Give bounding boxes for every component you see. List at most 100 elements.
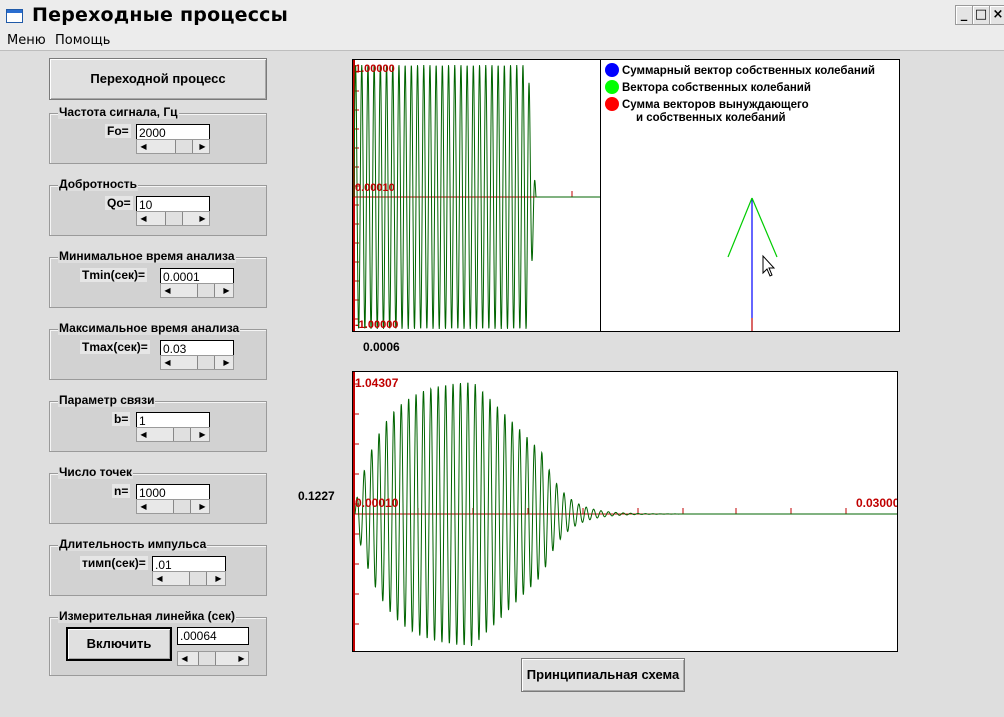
bottom-plot-readout: 0.1227 [298,489,335,503]
own-vector-left [727,197,753,258]
scroll-thumb[interactable] [173,428,191,441]
tmin-legend: Минимальное время анализа [58,249,236,263]
menu-bar: Меню Помощь [0,32,1004,51]
top-ymin-label: -1.00000 [355,319,398,331]
tmin-group: Минимальное время анализа Tmin(сек)= 0.0… [49,249,267,308]
menu-item-menu[interactable]: Меню [7,33,46,48]
quality-factor-legend: Добротность [58,177,139,191]
menu-item-help[interactable]: Помощь [55,33,110,48]
tmin-scrollbar[interactable]: ◀ ▶ [160,283,234,298]
scroll-right-icon[interactable]: ▶ [220,284,233,297]
top-waveform-svg: 1.00000 0.00010 -1.00000 [353,60,601,331]
scroll-left-icon[interactable]: ◀ [161,284,174,297]
top-ymid-label: 0.00010 [355,182,395,194]
ruler-group: Измерительная линейка (сек) Включить .00… [49,609,267,676]
ruler-scrollbar[interactable]: ◀ ▶ [177,651,249,666]
scroll-left-icon[interactable]: ◀ [137,500,150,513]
top-ymax-label: 1.00000 [355,63,395,75]
points-scrollbar[interactable]: ◀ ▶ [136,499,210,514]
scroll-thumb[interactable] [165,212,183,225]
pulse-duration-scrollbar[interactable]: ◀ ▶ [152,571,226,586]
title-bar: Переходные процессы _ □ × [0,0,1004,32]
quality-factor-scrollbar[interactable]: ◀ ▶ [136,211,210,226]
tmax-scrollbar[interactable]: ◀ ▶ [160,355,234,370]
tmax-group: Максимальное время анализа Tmax(сек)= 0.… [49,321,267,380]
scroll-thumb[interactable] [175,140,193,153]
ruler-enable-button[interactable]: Включить [66,627,172,661]
tmax-label: Tmax(сек)= [80,340,150,354]
legend-item-forced: Сумма векторов вынуждающего [622,99,809,111]
points-group: Число точек n= 1000 ◀ ▶ [49,465,267,524]
bottom-ymax-label: 1.04307 [355,376,399,390]
scroll-thumb[interactable] [197,356,215,369]
mouse-cursor-icon [762,254,776,277]
scroll-thumb[interactable] [189,572,207,585]
tmax-legend: Максимальное время анализа [58,321,241,335]
frequency-group: Частота сигнала, Гц Fo= 2000 ◀ ▶ [49,105,267,164]
points-legend: Число точек [58,465,134,479]
scroll-right-icon[interactable]: ▶ [235,652,248,665]
vector-diagram: Суммарный вектор собственных колебаний В… [600,59,900,332]
pulse-duration-legend: Длительность импульса [58,537,208,551]
frequency-scrollbar[interactable]: ◀ ▶ [136,139,210,154]
scroll-thumb[interactable] [198,652,216,665]
scroll-left-icon[interactable]: ◀ [137,140,150,153]
scroll-thumb[interactable] [197,284,215,297]
legend-item-forced-continuation: и собственных колебаний [636,112,786,124]
frequency-input[interactable]: 2000 [136,124,210,140]
close-button[interactable]: × [989,5,1004,25]
points-input[interactable]: 1000 [136,484,210,500]
scroll-right-icon[interactable]: ▶ [196,140,209,153]
legend-red-dot-icon [605,97,619,111]
scroll-left-icon[interactable]: ◀ [153,572,166,585]
top-waveform-line [353,64,601,330]
legend-green-dot-icon [605,80,619,94]
pulse-duration-label: тимп(сек)= [80,556,148,570]
scroll-left-icon[interactable]: ◀ [137,428,150,441]
scroll-left-icon[interactable]: ◀ [137,212,150,225]
tmin-input[interactable]: 0.0001 [160,268,234,284]
frequency-label: Fo= [105,124,131,138]
quality-factor-label: Qo= [105,196,133,210]
app-window-icon [6,9,23,23]
minimize-button[interactable]: _ [955,5,973,25]
schematic-button[interactable]: Принципиальная схема [521,658,685,692]
window-title: Переходные процессы [32,4,288,26]
coupling-scrollbar[interactable]: ◀ ▶ [136,427,210,442]
scroll-right-icon[interactable]: ▶ [196,212,209,225]
coupling-label: b= [112,412,131,426]
tmin-label: Tmin(сек)= [80,268,148,282]
top-plot-readout: 0.0006 [363,340,400,354]
scroll-right-icon[interactable]: ▶ [212,572,225,585]
points-label: n= [112,484,131,498]
pulse-duration-group: Длительность импульса тимп(сек)= .01 ◀ ▶ [49,537,267,596]
bottom-waveform-plot: 1.04307 0.00010 0.03000 [352,371,898,652]
bottom-waveform-svg: 1.04307 0.00010 0.03000 [353,372,897,651]
bottom-xmax-label: 0.03000 [856,496,897,510]
frequency-legend: Частота сигнала, Гц [58,105,179,119]
top-waveform-plot: 1.00000 0.00010 -1.00000 [352,59,602,332]
transient-process-button[interactable]: Переходной процесс [49,58,267,100]
scroll-right-icon[interactable]: ▶ [196,500,209,513]
quality-factor-group: Добротность Qo= 10 ◀ ▶ [49,177,267,236]
ruler-input[interactable]: .00064 [177,627,249,645]
vector-diagram-svg: Суммарный вектор собственных колебаний В… [605,63,875,331]
scroll-left-icon[interactable]: ◀ [161,356,174,369]
tmax-input[interactable]: 0.03 [160,340,234,356]
scroll-thumb[interactable] [173,500,191,513]
pulse-duration-input[interactable]: .01 [152,556,226,572]
legend-blue-dot-icon [605,63,619,77]
coupling-group: Параметр связи b= 1 ◀ ▶ [49,393,267,452]
maximize-button[interactable]: □ [972,5,990,25]
ruler-legend: Измерительная линейка (сек) [58,609,237,623]
own-vector-right [751,197,778,258]
legend-item-sum-own: Суммарный вектор собственных колебаний [622,65,875,77]
scroll-left-icon[interactable]: ◀ [178,652,191,665]
bottom-waveform-line [354,382,897,646]
bottom-xmin-label: 0.00010 [355,496,399,510]
coupling-legend: Параметр связи [58,393,156,407]
scroll-right-icon[interactable]: ▶ [196,428,209,441]
coupling-input[interactable]: 1 [136,412,210,428]
scroll-right-icon[interactable]: ▶ [220,356,233,369]
quality-factor-input[interactable]: 10 [136,196,210,212]
